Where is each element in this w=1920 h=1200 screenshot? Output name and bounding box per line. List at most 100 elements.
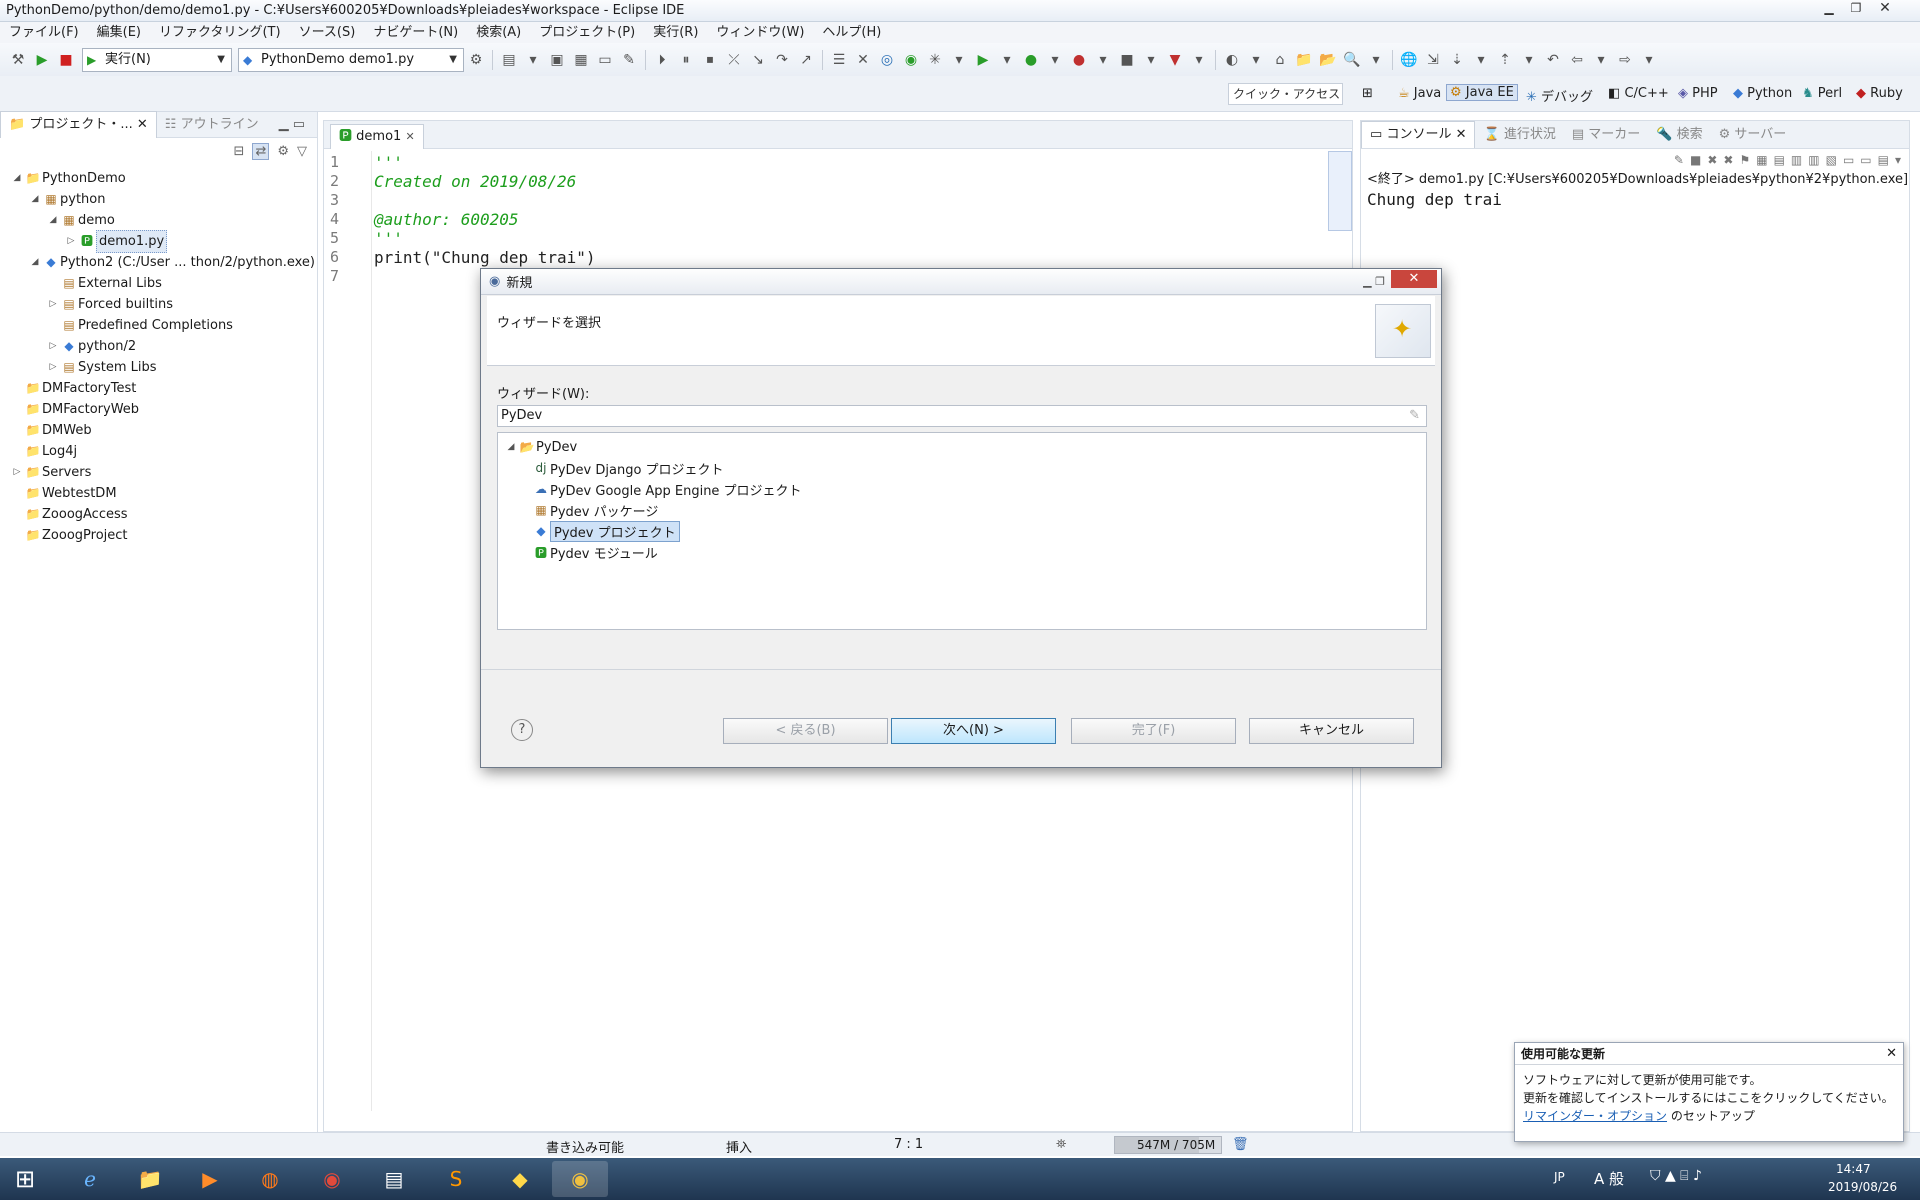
- wizard-item[interactable]: dj PyDev Django プロジェクト: [532, 458, 724, 478]
- dropdown-icon[interactable]: ▾: [1045, 50, 1065, 70]
- open-type-icon[interactable]: ⌂: [1270, 50, 1290, 70]
- eclipse-taskbar-icon[interactable]: ◉: [552, 1161, 608, 1197]
- gc-icon[interactable]: 🗑: [1232, 1137, 1249, 1152]
- dropdown-icon[interactable]: ▾: [1189, 50, 1209, 70]
- expand-icon[interactable]: ◢: [10, 168, 24, 189]
- back-button[interactable]: < 戻る(B): [723, 718, 888, 744]
- clock-date[interactable]: 2019/08/26: [1828, 1180, 1897, 1194]
- tree-item[interactable]: ▤ External Libs: [46, 273, 162, 294]
- expand-icon[interactable]: ◢: [504, 442, 518, 452]
- dropdown-icon[interactable]: ▾: [1895, 153, 1901, 167]
- dropdown-icon[interactable]: ▾: [1471, 50, 1491, 70]
- tree-item[interactable]: 📁 DMWeb: [10, 420, 92, 441]
- close-icon[interactable]: ✕: [1886, 1046, 1897, 1061]
- close-icon[interactable]: ✕: [405, 130, 414, 143]
- tree-item[interactable]: ▤ Predefined Completions: [46, 315, 233, 336]
- skip-icon[interactable]: ✕: [853, 50, 873, 70]
- tree-item[interactable]: ◢ ▦ demo: [46, 210, 115, 231]
- tree-item[interactable]: ◢ 📁 PythonDemo: [10, 168, 126, 189]
- minimize-button[interactable]: ▁: [1816, 0, 1842, 18]
- folder-icon[interactable]: 📁: [1294, 50, 1314, 70]
- reminder-options-link[interactable]: リマインダー・オプション: [1523, 1109, 1667, 1123]
- menu-run[interactable]: 実行(R): [644, 22, 707, 43]
- dropdown-icon[interactable]: ▾: [1093, 50, 1113, 70]
- remove-all-icon[interactable]: ✖: [1723, 153, 1733, 167]
- sublime-icon[interactable]: S: [428, 1161, 484, 1197]
- step-return-icon[interactable]: ↗: [796, 50, 816, 70]
- debug-icon[interactable]: ✳: [925, 50, 945, 70]
- step-over-icon[interactable]: ↷: [772, 50, 792, 70]
- pin-icon[interactable]: ✎: [619, 50, 639, 70]
- server-icon[interactable]: ◉: [901, 50, 921, 70]
- next-annotation-icon[interactable]: ⇣: [1447, 50, 1467, 70]
- menu-help[interactable]: ヘルプ(H): [813, 22, 890, 43]
- tab-outline[interactable]: ☷ アウトライン: [157, 112, 267, 138]
- expand-icon[interactable]: ▷: [46, 294, 60, 315]
- tree-item[interactable]: 📁 ZooogAccess: [10, 504, 128, 525]
- dropdown-icon[interactable]: ▾: [1519, 50, 1539, 70]
- annotation-icon[interactable]: ⇲: [1423, 50, 1443, 70]
- ime-mode[interactable]: A 般: [1594, 1168, 1624, 1189]
- new-icon[interactable]: ▤: [499, 50, 519, 70]
- expand-icon[interactable]: ▷: [64, 231, 78, 252]
- tree-item[interactable]: 📁 Log4j: [10, 441, 78, 462]
- tab-search[interactable]: 🔦 検索: [1648, 122, 1710, 148]
- pin-icon[interactable]: ▧: [1826, 153, 1837, 167]
- tree-item[interactable]: 📁 ZooogProject: [10, 525, 128, 546]
- menu-window[interactable]: ウィンドウ(W): [707, 22, 813, 43]
- back-icon[interactable]: ⇦: [1567, 50, 1587, 70]
- menu-project[interactable]: プロジェクト(P): [530, 22, 644, 43]
- new-dropdown-icon[interactable]: ▾: [523, 50, 543, 70]
- list-icon[interactable]: ☰: [829, 50, 849, 70]
- build-icon[interactable]: ⛯: [1056, 1137, 1066, 1152]
- finish-button[interactable]: 完了(F): [1071, 718, 1236, 744]
- tree-item[interactable]: ▷ ▤ Forced builtins: [46, 294, 173, 315]
- tree-item[interactable]: 📁 DMFactoryTest: [10, 378, 137, 399]
- tree-item[interactable]: ▷ ◆ python/2: [46, 336, 137, 357]
- wizard-item[interactable]: ▦ Pydev パッケージ: [532, 500, 658, 520]
- resume-icon[interactable]: ⏵: [652, 50, 672, 70]
- overview-ruler[interactable]: [1328, 151, 1352, 231]
- show-stderr-icon[interactable]: ▥: [1808, 153, 1819, 167]
- dropdown-icon[interactable]: ▾: [949, 50, 969, 70]
- terminate-icon[interactable]: ■: [1690, 153, 1701, 167]
- remove-launch-icon[interactable]: ✖: [1707, 153, 1717, 167]
- open-perspective-icon[interactable]: ⊞: [1362, 86, 1373, 101]
- prev-annotation-icon[interactable]: ⇡: [1495, 50, 1515, 70]
- dropdown-icon[interactable]: ▾: [1591, 50, 1611, 70]
- perspective-debug[interactable]: ✳ デバッグ: [1526, 86, 1593, 105]
- stop-server-icon[interactable]: ■: [1117, 50, 1137, 70]
- terminate-icon[interactable]: ⏹: [700, 50, 720, 70]
- media-player-icon[interactable]: ▶: [182, 1161, 238, 1197]
- tree-item[interactable]: ▷ 📁 Servers: [10, 462, 92, 483]
- perspective-java[interactable]: ☕ Java: [1398, 86, 1441, 101]
- menu-refactor[interactable]: リファクタリング(T): [150, 22, 290, 43]
- search-icon[interactable]: 🔍: [1342, 50, 1362, 70]
- link-editor-icon[interactable]: ⇄: [252, 142, 270, 160]
- step-into-icon[interactable]: ↘: [748, 50, 768, 70]
- menu-navigate[interactable]: ナビゲート(N): [364, 22, 467, 43]
- ie-icon[interactable]: ℯ: [62, 1161, 118, 1197]
- collapse-all-icon[interactable]: ⊟: [234, 144, 245, 159]
- tab-demo1[interactable]: 🅿 demo1 ✕: [330, 123, 424, 149]
- dropdown-icon[interactable]: ▾: [1639, 50, 1659, 70]
- view-min-max[interactable]: ▁ ▭: [279, 117, 317, 132]
- perspective-cpp[interactable]: ◧ C/C++: [1608, 86, 1669, 101]
- start-button-icon[interactable]: ⊞: [0, 1161, 50, 1197]
- close-button[interactable]: ✕: [1872, 0, 1898, 18]
- last-edit-icon[interactable]: ↶: [1543, 50, 1563, 70]
- menu-source[interactable]: ソース(S): [290, 22, 365, 43]
- clear-filter-icon[interactable]: ✎: [1409, 406, 1420, 426]
- clear-console-icon[interactable]: ⚑: [1739, 153, 1750, 167]
- menu-search[interactable]: 検索(A): [467, 22, 530, 43]
- wizard-item[interactable]: 🅿 Pydev モジュール: [532, 542, 658, 562]
- tab-servers[interactable]: ⚙ サーバー: [1711, 122, 1795, 148]
- gear-icon[interactable]: ⚙: [466, 50, 486, 70]
- external-tools-icon[interactable]: ●: [1069, 50, 1089, 70]
- tree-item[interactable]: ◢ ▦ python: [28, 189, 106, 210]
- pin-console-icon[interactable]: ✎: [1674, 153, 1684, 167]
- chrome-icon[interactable]: ◉: [304, 1161, 360, 1197]
- tree-item[interactable]: 📁 DMFactoryWeb: [10, 399, 140, 420]
- deploy-icon[interactable]: ▼: [1165, 50, 1185, 70]
- coverage-icon[interactable]: ●: [1021, 50, 1041, 70]
